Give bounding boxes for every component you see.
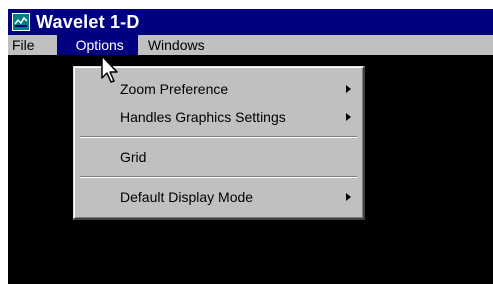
menu-bar: File Options Windows [8, 35, 493, 55]
submenu-arrow-icon [346, 113, 351, 121]
menu-item-default-display-mode[interactable]: Default Display Mode [74, 185, 363, 209]
options-dropdown-menu: Zoom Preference Handles Graphics Setting… [73, 66, 365, 220]
menu-separator [80, 136, 357, 138]
menu-windows[interactable]: Windows [138, 35, 214, 55]
menu-item-grid[interactable]: Grid [74, 145, 363, 169]
submenu-arrow-icon [346, 85, 351, 93]
submenu-arrow-icon [346, 193, 351, 201]
menu-item-handles-graphics-settings[interactable]: Handles Graphics Settings [74, 105, 363, 129]
title-bar[interactable]: Wavelet 1-D [8, 9, 493, 35]
window-title: Wavelet 1-D [36, 11, 140, 32]
menu-options[interactable]: Options [56, 35, 138, 55]
app-icon[interactable] [12, 13, 30, 31]
menu-item-label: Default Display Mode [120, 189, 254, 205]
menu-item-label: Handles Graphics Settings [120, 109, 286, 125]
menu-separator [80, 176, 357, 178]
menu-item-label: Grid [120, 149, 147, 165]
menu-file[interactable]: File [8, 35, 44, 55]
menu-item-label: Zoom Preference [120, 81, 229, 97]
mouse-pointer-icon [101, 55, 118, 83]
